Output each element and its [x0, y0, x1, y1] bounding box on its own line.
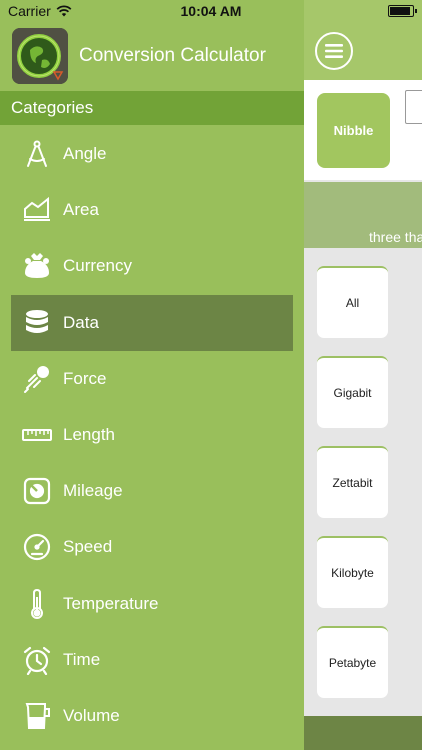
category-item-area[interactable]: Area — [0, 182, 304, 238]
database-icon — [22, 308, 52, 338]
category-label: Mileage — [63, 481, 123, 501]
thermometer-icon — [22, 588, 52, 619]
category-item-force[interactable]: Force — [0, 351, 304, 407]
category-label: Length — [63, 425, 115, 445]
status-time: 10:04 AM — [180, 3, 242, 19]
category-label: Force — [63, 368, 107, 388]
category-label: Speed — [63, 537, 113, 557]
unit-tile-all[interactable]: All — [317, 266, 388, 338]
ruler-icon — [22, 420, 52, 450]
unit-tile-zettabit[interactable]: Zettabit — [317, 446, 388, 518]
area-chart-icon — [22, 195, 52, 225]
categories-header: Categories — [0, 91, 304, 125]
result-text: three tha — [369, 229, 422, 245]
alarm-clock-icon — [22, 645, 52, 675]
mileage-icon — [22, 476, 52, 506]
category-label: Currency — [63, 256, 132, 276]
app-logo-icon — [12, 28, 68, 84]
category-label: Time — [63, 649, 101, 669]
money-bag-icon — [22, 251, 52, 281]
app-title: Conversion Calculator — [79, 45, 266, 66]
force-icon — [22, 364, 52, 394]
category-item-length[interactable]: Length — [0, 407, 304, 463]
compass-icon — [22, 139, 52, 169]
category-item-temperature[interactable]: Temperature — [0, 576, 304, 632]
category-list: Angle Area Currency Data Force Length Mi… — [0, 126, 304, 744]
result-band: three tha — [304, 182, 422, 248]
category-item-angle[interactable]: Angle — [0, 126, 304, 182]
category-label: Temperature — [63, 593, 159, 613]
category-label: Angle — [63, 144, 107, 164]
category-label: Data — [63, 312, 99, 332]
menu-button[interactable] — [315, 32, 353, 70]
app-header: Conversion Calculator — [0, 22, 304, 90]
unit-tile-kilobyte[interactable]: Kilobyte — [317, 536, 388, 608]
category-item-data[interactable]: Data — [11, 294, 293, 351]
category-item-volume[interactable]: Volume — [0, 688, 304, 744]
speedometer-icon — [22, 532, 52, 562]
unit-selector-row: Nibble — [304, 80, 422, 180]
battery-icon — [388, 5, 417, 17]
hamburger-icon — [325, 44, 343, 58]
category-item-time[interactable]: Time — [0, 632, 304, 688]
category-item-currency[interactable]: Currency — [0, 238, 304, 294]
category-label: Volume — [63, 705, 120, 725]
selected-unit-button[interactable]: Nibble — [317, 93, 390, 168]
beaker-icon — [22, 701, 52, 731]
unit-tile-gigabit[interactable]: Gigabit — [317, 356, 388, 428]
unit-tile-petabyte[interactable]: Petabyte — [317, 626, 388, 698]
category-item-speed[interactable]: Speed — [0, 519, 304, 575]
category-label: Area — [63, 200, 99, 220]
status-bar: Carrier 10:04 AM — [0, 0, 422, 22]
main-content: Nibble three tha All Gigabit Zettabit Ki… — [304, 0, 422, 750]
category-item-mileage[interactable]: Mileage — [0, 463, 304, 519]
navigation-drawer: Conversion Calculator Categories Angle A… — [0, 0, 304, 750]
bottom-bar — [304, 716, 422, 750]
value-input[interactable] — [405, 90, 422, 124]
